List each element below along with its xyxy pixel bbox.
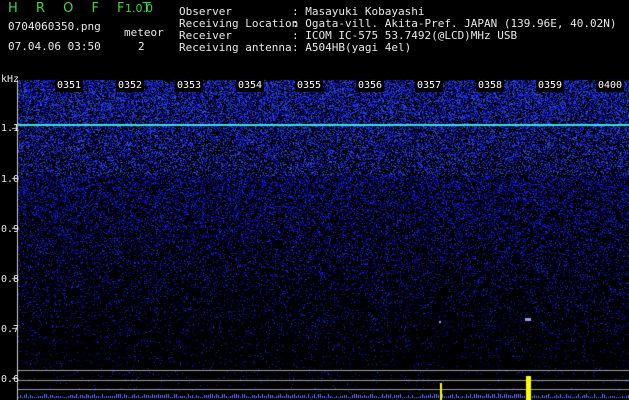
time-label: 0400	[596, 80, 625, 92]
time-label: 0356	[356, 80, 385, 92]
spectrogram-canvas	[0, 0, 629, 400]
time-label: 0359	[536, 80, 565, 92]
time-label: 0352	[116, 80, 145, 92]
time-label: 0354	[236, 80, 265, 92]
antenna-label: Receiving antenna	[179, 41, 292, 54]
y-tick-label: 0.8	[1, 274, 20, 285]
antenna-value: : A504HB(yagi 4el)	[292, 41, 412, 54]
file-name: 0704060350.png	[8, 20, 101, 33]
time-label: 0355	[295, 80, 324, 92]
time-label: 0353	[175, 80, 204, 92]
y-tick-label: 1.0	[1, 174, 20, 185]
meteor-count: 2	[138, 40, 145, 53]
file-datetime: 07.04.06 03:50	[8, 40, 101, 53]
app-version: 1.0.0	[125, 2, 153, 15]
y-tick-label: 1.1	[1, 123, 20, 134]
y-tick-label: 0.7	[1, 324, 20, 335]
y-tick-label: 0.6	[1, 374, 20, 385]
time-label: 0351	[55, 80, 84, 92]
time-label: 0357	[415, 80, 444, 92]
time-label: 0358	[476, 80, 505, 92]
y-tick-label: 0.9	[1, 224, 20, 235]
axis-unit: kHz	[1, 74, 20, 85]
meteor-label: meteor	[124, 26, 164, 39]
